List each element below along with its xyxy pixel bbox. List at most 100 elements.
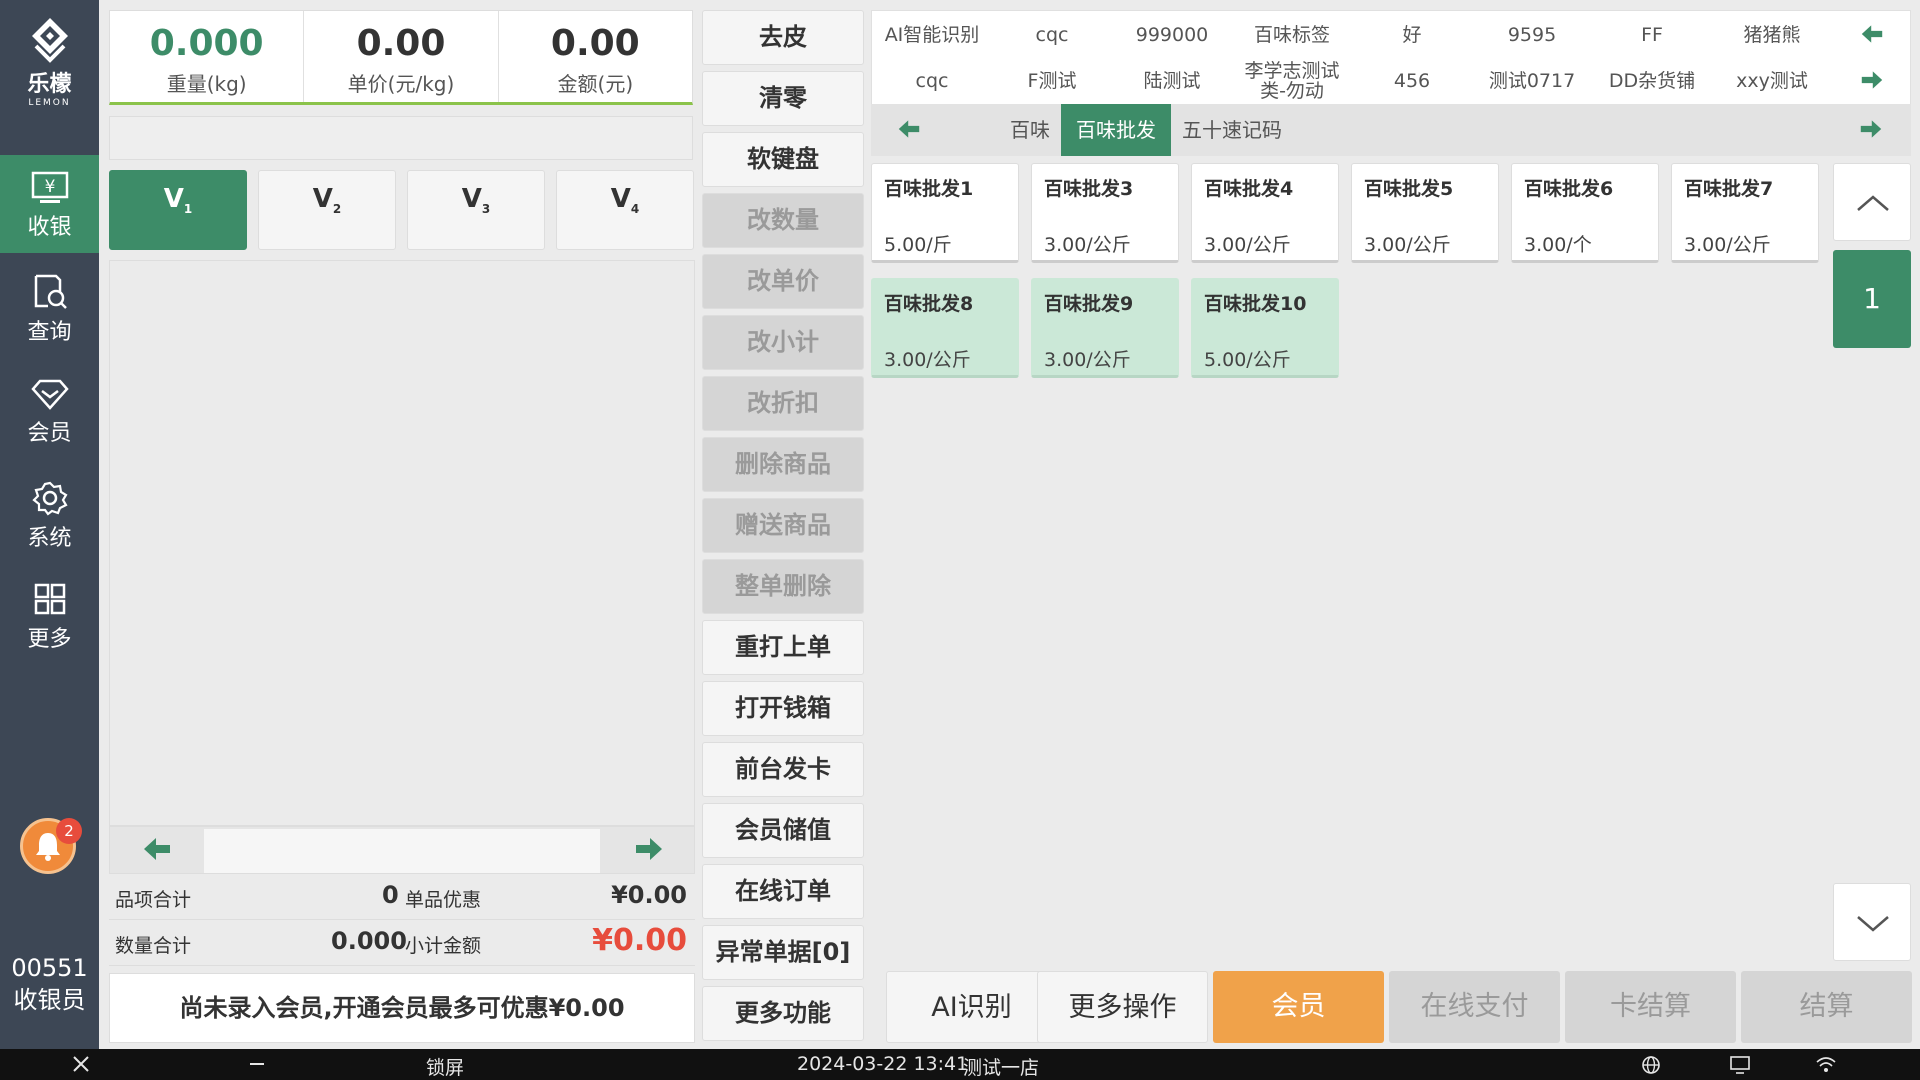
more-functions-button[interactable]: 更多功能 xyxy=(702,986,864,1041)
category-prev-icon[interactable] xyxy=(1858,23,1886,45)
product-card[interactable]: 百味批发4 3.00/公斤 xyxy=(1191,163,1339,263)
product-card[interactable]: 百味批发1 5.00/斤 xyxy=(871,163,1019,263)
subcategory-tab-active[interactable]: 百味批发 xyxy=(1061,104,1171,156)
category-item[interactable]: DD杂货铺 xyxy=(1592,59,1712,103)
product-card[interactable]: 百味批发6 3.00/个 xyxy=(1511,163,1659,263)
nav-system-label: 系统 xyxy=(27,526,72,551)
product-card[interactable]: 百味批发3 3.00/公斤 xyxy=(1031,163,1179,263)
category-item[interactable]: F测试 xyxy=(992,59,1112,103)
online-pay-button[interactable]: 在线支付 xyxy=(1389,971,1560,1043)
zero-button[interactable]: 清零 xyxy=(702,71,864,126)
member-button[interactable]: 会员 xyxy=(1213,971,1384,1043)
page-up-button[interactable] xyxy=(1833,163,1911,241)
nav-cashier[interactable]: ¥ 收银 xyxy=(0,155,99,253)
summary-row-items: 品项合计 0 单品优惠 ¥0.00 xyxy=(109,874,695,920)
category-item[interactable]: AI智能识别 xyxy=(872,13,992,57)
cart-scrollbar[interactable] xyxy=(109,826,695,874)
category-item[interactable]: 9595 xyxy=(1472,13,1592,57)
change-discount-button[interactable]: 改折扣 xyxy=(702,376,864,431)
lemon-logo-icon xyxy=(31,18,68,63)
category-item[interactable]: 999000 xyxy=(1112,13,1232,57)
tab-v1-label: V xyxy=(163,184,184,214)
change-price-button[interactable]: 改单价 xyxy=(702,254,864,309)
arrow-right-icon[interactable] xyxy=(634,835,664,863)
issue-card-button[interactable]: 前台发卡 xyxy=(702,742,864,797)
change-subtotal-button[interactable]: 改小计 xyxy=(702,315,864,370)
nav-query[interactable]: 查询 xyxy=(0,258,99,356)
more-actions-button[interactable]: 更多操作 xyxy=(1037,971,1208,1043)
monitor-icon[interactable] xyxy=(1729,1055,1751,1075)
soft-keyboard-button[interactable]: 软键盘 xyxy=(702,132,864,187)
amount-value: 0.00 xyxy=(550,23,640,64)
open-drawer-button[interactable]: 打开钱箱 xyxy=(702,681,864,736)
tab-v2-label: V xyxy=(312,184,333,214)
subcategory-tab[interactable]: 五十速记码 xyxy=(1177,104,1287,156)
nav-member[interactable]: 会员 xyxy=(0,361,99,459)
product-card[interactable]: 百味批发9 3.00/公斤 xyxy=(1031,278,1179,378)
category-item[interactable]: xxy测试 xyxy=(1712,59,1832,103)
nav-more[interactable]: 更多 xyxy=(0,567,99,665)
lock-screen-button[interactable]: 锁屏 xyxy=(426,1053,464,1080)
page-down-button[interactable] xyxy=(1833,883,1911,961)
barcode-input[interactable] xyxy=(109,116,693,160)
query-icon xyxy=(34,274,67,309)
tab-v2[interactable]: V2 xyxy=(258,170,396,250)
subcategory-prev-icon[interactable] xyxy=(895,118,923,140)
scrollbar-thumb[interactable] xyxy=(204,829,600,873)
ai-recognize-button[interactable]: AI识别 xyxy=(886,971,1057,1043)
operator-info: 00551 收银员 xyxy=(0,952,99,1016)
category-item[interactable]: 猪猪熊 xyxy=(1712,13,1832,57)
product-card[interactable]: 百味批发7 3.00/公斤 xyxy=(1671,163,1819,263)
minimize-icon[interactable] xyxy=(248,1055,266,1073)
product-price: 5.00/斤 xyxy=(884,234,952,256)
sidebar: 乐檬 LEMON ¥ 收银 查询 会员 系统 更多 2 00551 收银员 xyxy=(0,0,99,1049)
svg-text:¥: ¥ xyxy=(44,177,55,197)
card-settle-button[interactable]: 卡结算 xyxy=(1565,971,1736,1043)
tab-v1[interactable]: V1 xyxy=(109,170,247,250)
product-card[interactable]: 百味批发10 5.00/公斤 xyxy=(1191,278,1339,378)
category-next-icon[interactable] xyxy=(1858,69,1886,91)
reprint-button[interactable]: 重打上单 xyxy=(702,620,864,675)
product-name: 百味批发8 xyxy=(884,293,974,315)
subcategory-bar: 百味 百味批发 五十速记码 xyxy=(871,104,1911,156)
close-icon[interactable] xyxy=(72,1055,90,1073)
category-item[interactable]: FF xyxy=(1592,13,1712,57)
nav-system[interactable]: 系统 xyxy=(0,464,99,562)
gift-item-button[interactable]: 赠送商品 xyxy=(702,498,864,553)
category-item[interactable]: 百味标签 xyxy=(1232,13,1352,57)
chevron-down-icon xyxy=(1857,916,1889,932)
delete-item-button[interactable]: 删除商品 xyxy=(702,437,864,492)
subcategory-next-icon[interactable] xyxy=(1857,118,1885,140)
tab-v4[interactable]: V4 xyxy=(556,170,694,250)
category-item[interactable]: 陆测试 xyxy=(1112,59,1232,103)
category-item[interactable]: 测试0717 xyxy=(1472,59,1592,103)
clear-order-button[interactable]: 整单删除 xyxy=(702,559,864,614)
category-item[interactable]: 好 xyxy=(1352,13,1472,57)
notification-badge: 2 xyxy=(56,818,82,844)
product-price: 3.00/个 xyxy=(1524,234,1592,256)
product-name: 百味批发1 xyxy=(884,178,974,200)
change-qty-button[interactable]: 改数量 xyxy=(702,193,864,248)
arrow-left-icon[interactable] xyxy=(142,835,172,863)
category-item[interactable]: 456 xyxy=(1352,59,1472,103)
tare-button[interactable]: 去皮 xyxy=(702,10,864,65)
product-card[interactable]: 百味批发8 3.00/公斤 xyxy=(871,278,1019,378)
online-orders-button[interactable]: 在线订单 xyxy=(702,864,864,919)
member-promo-banner[interactable]: 尚未录入会员,开通会员最多可优惠¥0.00 xyxy=(109,973,695,1043)
weight-cell: 0.000 重量(kg) xyxy=(110,11,305,102)
category-item[interactable]: 李学志测试类-勿动 xyxy=(1240,59,1344,103)
member-topup-button[interactable]: 会员储值 xyxy=(702,803,864,858)
category-item[interactable]: cqc xyxy=(992,13,1112,57)
category-item[interactable]: cqc xyxy=(872,59,992,103)
checkout-button[interactable]: 结算 xyxy=(1741,971,1912,1043)
product-name: 百味批发9 xyxy=(1044,293,1134,315)
cart-list xyxy=(109,260,695,826)
wifi-icon[interactable] xyxy=(1815,1055,1837,1075)
globe-icon[interactable] xyxy=(1641,1055,1661,1075)
abnormal-orders-button[interactable]: 异常单据[0] xyxy=(702,925,864,980)
tab-v3[interactable]: V3 xyxy=(407,170,545,250)
product-card[interactable]: 百味批发5 3.00/公斤 xyxy=(1351,163,1499,263)
gear-icon xyxy=(31,481,68,516)
product-price: 5.00/公斤 xyxy=(1204,349,1291,371)
weight-value: 0.000 xyxy=(149,23,264,64)
